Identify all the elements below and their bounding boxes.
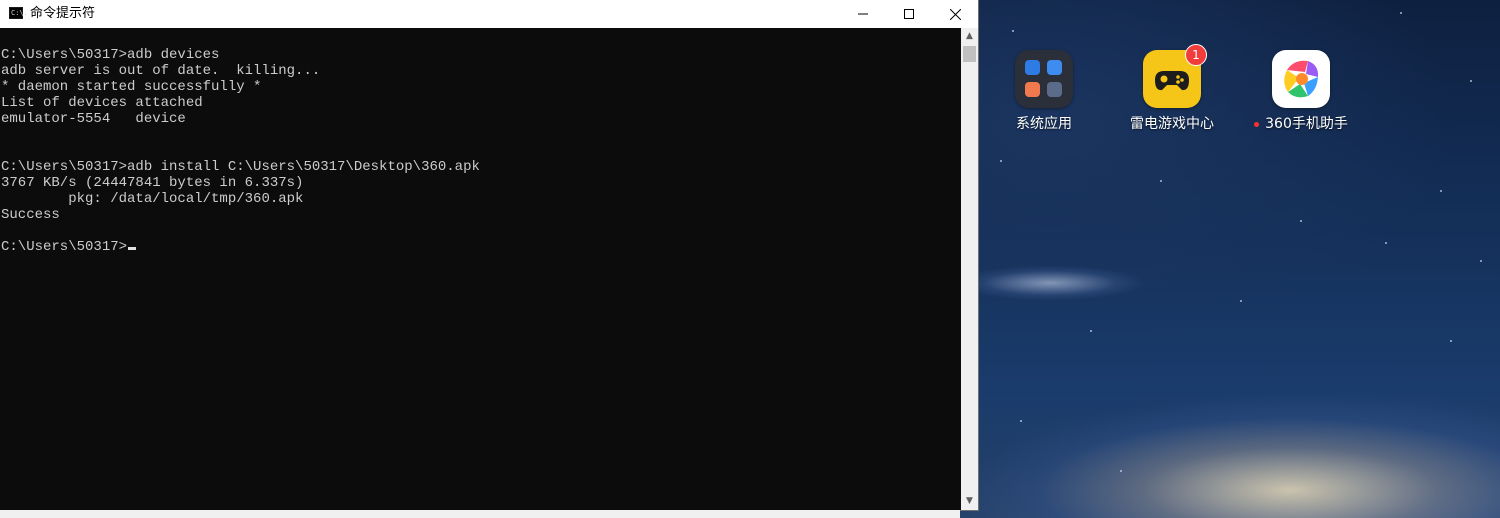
gamepad-icon: 1 [1143, 44, 1207, 108]
terminal-line: pkg: /data/local/tmp/360.apk [1, 191, 304, 207]
terminal-line: 3767 KB/s (24447841 bytes in 6.337s) [1, 175, 304, 191]
maximize-icon [904, 9, 914, 19]
app-label-text: 360手机助手 [1265, 116, 1348, 132]
close-icon [949, 8, 961, 20]
notification-badge: 1 [1185, 44, 1207, 66]
terminal-line: emulator-5554 device [1, 111, 186, 127]
app-system-apps[interactable]: 系统应用 [989, 50, 1099, 133]
terminal-line: adb server is out of date. killing... [1, 63, 321, 79]
terminal-output[interactable]: C:\Users\50317>adb devices adb server is … [1, 47, 959, 497]
system-apps-folder-icon [1015, 50, 1073, 108]
terminal-line: * daemon started successfully * [1, 79, 262, 95]
terminal-line: C:\Users\50317>adb devices [1, 47, 220, 63]
minimize-button[interactable] [840, 0, 886, 28]
maximize-button[interactable] [886, 0, 932, 28]
360-assistant-icon [1272, 50, 1330, 108]
close-button[interactable] [932, 0, 978, 28]
app-label: 360手机助手 [1246, 116, 1356, 133]
window-bottom-strip [0, 510, 960, 518]
text-cursor [128, 247, 137, 250]
terminal-line: C:\Users\50317>adb install C:\Users\5031… [1, 159, 480, 175]
new-install-dot [1254, 121, 1260, 127]
terminal-line: List of devices attached [1, 95, 203, 111]
app-game-center[interactable]: 1 雷电游戏中心 [1117, 44, 1227, 133]
title-bar[interactable]: C:\. 命令提示符 [0, 0, 978, 28]
window-title: 命令提示符 [30, 6, 96, 21]
vertical-scrollbar[interactable]: ▲ ▼ [961, 28, 978, 510]
scroll-down-arrow-icon[interactable]: ▼ [961, 493, 978, 510]
minimize-icon [858, 13, 868, 15]
command-prompt-window: C:\. 命令提示符 C:\Users\50317>adb devices adb… [0, 0, 979, 511]
scroll-up-arrow-icon[interactable]: ▲ [961, 28, 978, 45]
app-360-assistant[interactable]: 360手机助手 [1246, 50, 1356, 133]
terminal-line: C:\Users\50317> [1, 239, 959, 255]
app-label: 系统应用 [1016, 116, 1072, 132]
app-label: 雷电游戏中心 [1130, 116, 1214, 132]
scroll-thumb[interactable] [963, 46, 976, 62]
terminal-line: Success [1, 207, 60, 223]
console-icon: C:\. [9, 7, 28, 19]
